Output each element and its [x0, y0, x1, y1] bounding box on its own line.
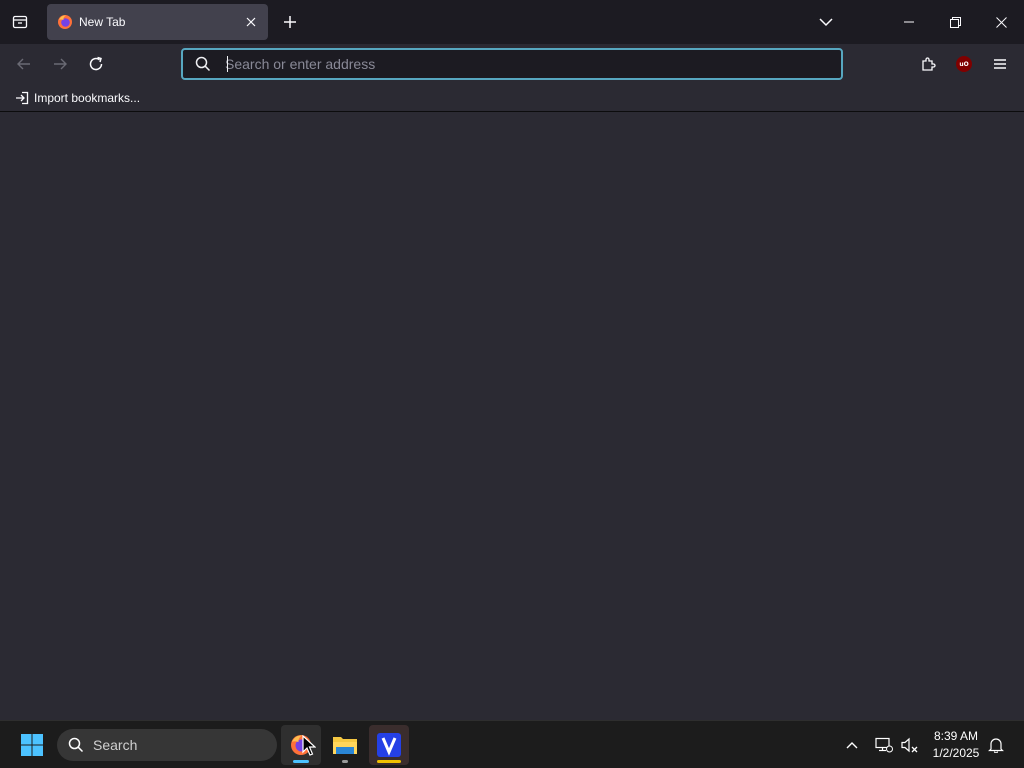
firefox-view-button[interactable] [4, 6, 36, 38]
start-button[interactable] [12, 725, 52, 765]
mouse-cursor-icon [302, 735, 316, 756]
taskbar-search-label: Search [93, 737, 138, 753]
firefox-icon [57, 14, 73, 30]
navigation-toolbar: uO [0, 44, 1024, 84]
close-icon [995, 16, 1007, 28]
plus-icon [284, 16, 296, 28]
restore-button[interactable] [932, 0, 978, 44]
chevron-up-icon [846, 742, 858, 749]
bell-icon [988, 738, 1004, 753]
taskbar: Search 8:39 AM 1/2/2025 [0, 720, 1024, 768]
ublock-shield-icon: uO [956, 56, 972, 72]
new-tab-button[interactable] [276, 8, 304, 36]
chevron-down-icon [819, 18, 833, 27]
forward-button[interactable] [44, 48, 76, 80]
tab-strip: New Tab [0, 0, 1024, 44]
url-input[interactable] [225, 52, 841, 76]
clock-date: 1/2/2025 [932, 746, 980, 760]
ublock-origin-button[interactable]: uO [948, 48, 980, 80]
hamburger-menu-icon [994, 59, 1006, 69]
running-indicator [293, 760, 309, 763]
taskbar-search-box[interactable]: Search [57, 729, 277, 761]
windows-logo-icon [21, 734, 43, 756]
back-button[interactable] [8, 48, 40, 80]
restore-icon [949, 16, 961, 28]
address-bar[interactable] [181, 48, 843, 80]
running-indicator [342, 760, 348, 763]
taskbar-app-v[interactable] [369, 725, 409, 765]
network-monitor-icon [875, 737, 893, 753]
reload-button[interactable] [80, 48, 112, 80]
running-indicator [377, 760, 401, 763]
tab-title: New Tab [79, 15, 126, 29]
network-button[interactable] [872, 733, 896, 757]
speaker-muted-icon [901, 737, 918, 753]
firefox-view-icon [12, 15, 28, 29]
bookmarks-toolbar: Import bookmarks... [0, 84, 1024, 112]
import-icon [14, 90, 30, 106]
volume-button[interactable] [898, 733, 922, 757]
minimize-icon [904, 21, 914, 23]
close-window-button[interactable] [978, 0, 1024, 44]
search-icon [67, 736, 85, 754]
close-tab-icon[interactable] [240, 11, 262, 33]
folder-icon [333, 737, 357, 754]
arrow-right-icon [54, 58, 67, 70]
v-app-icon [377, 733, 401, 757]
search-icon [193, 54, 213, 74]
puzzle-piece-icon [922, 57, 936, 71]
taskbar-app-file-explorer[interactable] [325, 725, 365, 765]
tab-new-tab[interactable]: New Tab [47, 4, 268, 40]
clock-time: 8:39 AM [933, 729, 979, 743]
reload-icon [89, 56, 103, 71]
import-bookmarks-label: Import bookmarks... [34, 91, 141, 105]
taskbar-clock[interactable]: 8:39 AM 1/2/2025 [926, 728, 986, 762]
arrow-left-icon [17, 58, 30, 70]
show-hidden-icons-button[interactable] [840, 733, 864, 757]
page-content[interactable] [0, 113, 1024, 720]
import-bookmarks-button[interactable]: Import bookmarks... [10, 88, 144, 108]
minimize-button[interactable] [886, 0, 932, 44]
extensions-button[interactable] [912, 48, 944, 80]
app-menu-button[interactable] [984, 48, 1016, 80]
list-all-tabs-button[interactable] [810, 6, 842, 38]
notifications-button[interactable] [984, 733, 1008, 757]
text-caret [227, 56, 228, 72]
